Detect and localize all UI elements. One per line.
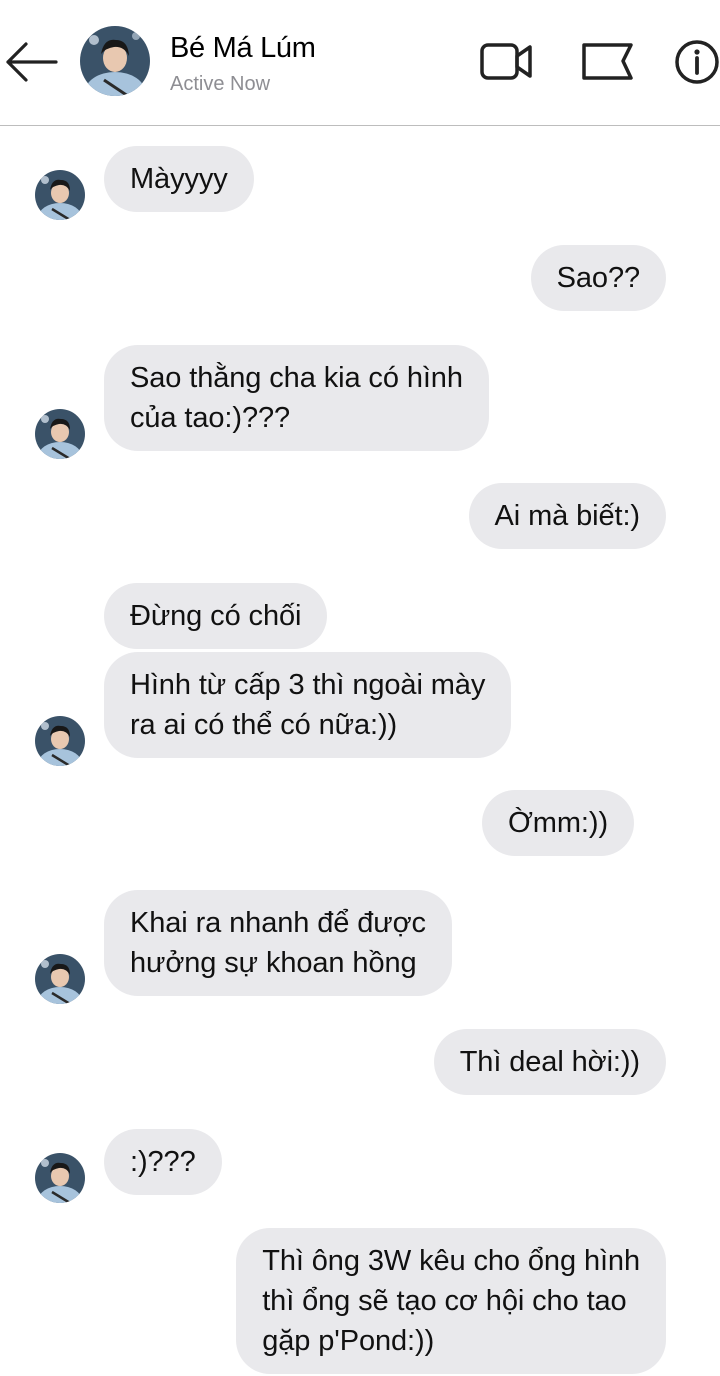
message-bubble[interactable]: Thì ông 3W kêu cho ổng hình thì ổng sẽ t…	[236, 1228, 666, 1374]
message-bubble[interactable]: Thì deal hời:))	[433, 1029, 666, 1095]
flag-icon	[582, 43, 633, 80]
message-bubble[interactable]: Đừng có chối	[104, 583, 328, 649]
back-button[interactable]	[4, 40, 58, 84]
active-status: Active Now	[170, 73, 271, 95]
sent-message[interactable]: Ờmm:))	[482, 790, 634, 856]
report-button[interactable]	[580, 38, 636, 86]
message-bubble[interactable]: Màyyyy	[104, 146, 254, 212]
received-message[interactable]: Màyyyy	[104, 146, 254, 212]
sent-message[interactable]: Thì deal hời:))	[433, 1029, 666, 1095]
message-bubble[interactable]: :)???	[104, 1129, 222, 1195]
sent-message[interactable]: Thì ông 3W kêu cho ổng hình thì ổng sẽ t…	[236, 1228, 666, 1374]
back-arrow-icon	[6, 42, 58, 82]
sent-message[interactable]: Ai mà biết:)	[468, 483, 666, 549]
sent-message[interactable]: Sao??	[530, 245, 666, 311]
sender-avatar[interactable]	[35, 954, 85, 1004]
sender-avatar[interactable]	[35, 1153, 85, 1203]
received-message[interactable]: Đừng có chối	[104, 583, 328, 649]
sender-avatar[interactable]	[35, 409, 85, 459]
message-bubble[interactable]: Sao thằng cha kia có hình của tao:)???	[104, 345, 489, 451]
message-bubble[interactable]: Sao??	[530, 245, 666, 311]
contact-name[interactable]: Bé Má Lúm	[170, 32, 316, 65]
message-bubble[interactable]: Ai mà biết:)	[468, 483, 666, 549]
sender-avatar[interactable]	[35, 716, 85, 766]
info-icon	[675, 40, 719, 84]
received-message[interactable]: Sao thằng cha kia có hình của tao:)???	[104, 345, 489, 451]
message-bubble[interactable]: Khai ra nhanh để được hưởng sự khoan hồn…	[104, 890, 452, 996]
message-list[interactable]: Màyyyy Sao?? Sao thằng cha kia có hình củ…	[0, 127, 720, 1376]
sender-avatar[interactable]	[35, 170, 85, 220]
message-bubble[interactable]: Hình từ cấp 3 thì ngoài mày ra ai có thể…	[104, 652, 512, 758]
chat-header: Bé Má Lúm Active Now	[0, 0, 720, 126]
received-message[interactable]: :)???	[104, 1129, 222, 1195]
contact-avatar[interactable]	[80, 26, 150, 96]
received-message[interactable]: Khai ra nhanh để được hưởng sự khoan hồn…	[104, 890, 452, 996]
info-button[interactable]	[672, 38, 720, 86]
video-call-icon	[480, 43, 532, 80]
received-message[interactable]: Hình từ cấp 3 thì ngoài mày ra ai có thể…	[104, 652, 512, 758]
video-call-button[interactable]	[478, 38, 534, 86]
message-bubble[interactable]: Ờmm:))	[482, 790, 634, 856]
